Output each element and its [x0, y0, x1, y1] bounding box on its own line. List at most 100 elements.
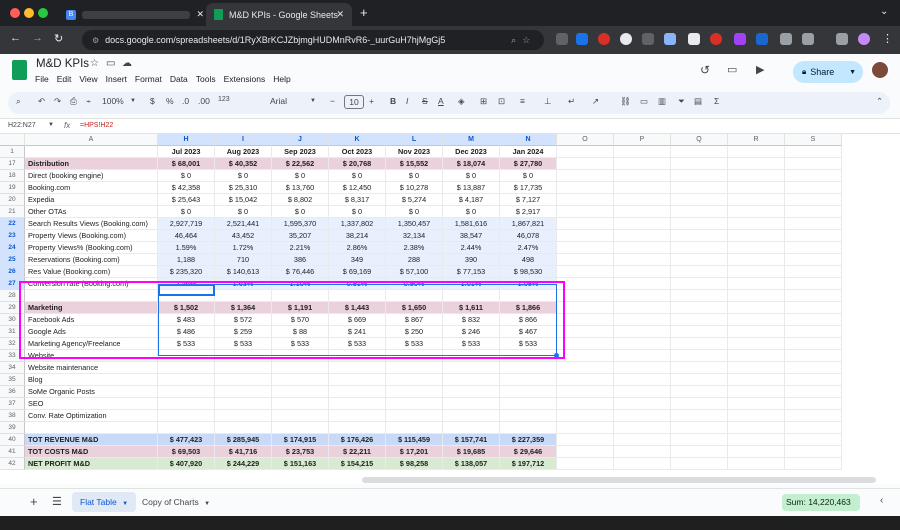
bold-button[interactable]: B — [390, 96, 396, 106]
extension-icon[interactable] — [598, 33, 610, 45]
empty-cell[interactable] — [614, 446, 671, 458]
data-cell[interactable]: 46,078 — [500, 230, 557, 242]
row-label-cell[interactable]: Blog — [25, 374, 158, 386]
functions-icon[interactable]: Σ — [714, 96, 719, 106]
empty-cell[interactable] — [728, 314, 785, 326]
empty-cell[interactable] — [614, 374, 671, 386]
empty-cell[interactable] — [557, 182, 614, 194]
font-size-decrease[interactable]: − — [330, 96, 335, 106]
empty-cell[interactable] — [728, 386, 785, 398]
more-formats-button[interactable]: 123 — [218, 96, 230, 103]
empty-cell[interactable] — [728, 266, 785, 278]
data-cell[interactable]: $ 8,802 — [272, 194, 329, 206]
column-header-a[interactable]: A — [25, 134, 158, 146]
data-cell[interactable] — [329, 362, 386, 374]
data-cell[interactable]: $ 0 — [215, 170, 272, 182]
close-tab-icon[interactable]: ✕ — [336, 9, 344, 20]
row-header[interactable]: 23 — [0, 230, 25, 242]
data-cell[interactable]: $ 19,685 — [443, 446, 500, 458]
data-cell[interactable]: $ 0 — [158, 206, 215, 218]
extension-icon[interactable] — [710, 33, 722, 45]
fill-color-icon[interactable]: ◈ — [458, 96, 465, 107]
column-header-l[interactable]: L — [386, 134, 443, 146]
data-cell[interactable] — [386, 374, 443, 386]
data-cell[interactable]: $ 68,001 — [158, 158, 215, 170]
empty-cell[interactable] — [614, 206, 671, 218]
empty-cell[interactable] — [557, 194, 614, 206]
active-cell[interactable] — [158, 284, 215, 296]
add-sheet-button[interactable]: + — [30, 494, 38, 509]
data-cell[interactable]: 2.44% — [443, 242, 500, 254]
data-cell[interactable]: $ 0 — [386, 206, 443, 218]
empty-cell[interactable] — [557, 422, 614, 434]
data-cell[interactable]: $ 197,712 — [500, 458, 557, 470]
empty-cell[interactable] — [728, 398, 785, 410]
extension-icon[interactable] — [576, 33, 588, 45]
data-cell[interactable]: 2.38% — [386, 242, 443, 254]
empty-cell[interactable] — [614, 254, 671, 266]
data-cell[interactable] — [272, 410, 329, 422]
fill-handle[interactable] — [554, 353, 559, 358]
data-cell[interactable] — [215, 422, 272, 434]
data-cell[interactable] — [158, 422, 215, 434]
empty-cell[interactable] — [557, 266, 614, 278]
empty-cell[interactable] — [728, 158, 785, 170]
data-cell[interactable]: $ 227,359 — [500, 434, 557, 446]
data-cell[interactable]: $ 13,887 — [443, 182, 500, 194]
empty-cell[interactable] — [785, 230, 842, 242]
text-color-button[interactable]: A — [438, 96, 444, 106]
menu-extensions[interactable]: Extensions — [224, 74, 266, 84]
empty-cell[interactable] — [728, 194, 785, 206]
text-rotation-icon[interactable]: ↗ — [592, 96, 599, 107]
empty-cell[interactable] — [671, 422, 728, 434]
row-header[interactable]: 17 — [0, 158, 25, 170]
empty-cell[interactable] — [671, 350, 728, 362]
empty-cell[interactable] — [614, 338, 671, 350]
empty-cell[interactable] — [671, 278, 728, 290]
extension-icon[interactable] — [556, 33, 568, 45]
data-cell[interactable]: 1,867,821 — [500, 218, 557, 230]
sum-indicator[interactable]: Sum: 14,220,463 ▼ — [782, 494, 860, 524]
empty-cell[interactable] — [671, 218, 728, 230]
data-cell[interactable] — [500, 398, 557, 410]
history-icon[interactable]: ↺ — [700, 63, 710, 77]
increase-decimal-button[interactable]: .00 — [198, 96, 210, 106]
data-cell[interactable] — [272, 422, 329, 434]
data-cell[interactable]: 43,452 — [215, 230, 272, 242]
row-label-cell[interactable]: TOT COSTS M&D — [25, 446, 158, 458]
empty-cell[interactable] — [728, 278, 785, 290]
data-cell[interactable]: Aug 2023 — [215, 146, 272, 158]
minimize-window-icon[interactable] — [24, 8, 34, 18]
data-cell[interactable]: $ 15,042 — [215, 194, 272, 206]
empty-cell[interactable] — [557, 206, 614, 218]
data-cell[interactable] — [272, 398, 329, 410]
empty-cell[interactable] — [671, 398, 728, 410]
data-cell[interactable]: $ 42,358 — [158, 182, 215, 194]
zoom-icon[interactable]: ⌕ — [511, 35, 516, 46]
data-cell[interactable] — [215, 374, 272, 386]
data-cell[interactable] — [158, 362, 215, 374]
data-cell[interactable] — [158, 374, 215, 386]
empty-cell[interactable] — [785, 314, 842, 326]
row-header[interactable]: 37 — [0, 398, 25, 410]
doc-title[interactable]: M&D KPIs — [36, 58, 89, 70]
data-cell[interactable] — [272, 386, 329, 398]
empty-cell[interactable] — [671, 290, 728, 302]
data-cell[interactable]: 2,927,719 — [158, 218, 215, 230]
data-cell[interactable] — [443, 386, 500, 398]
empty-cell[interactable] — [728, 446, 785, 458]
data-cell[interactable] — [386, 362, 443, 374]
empty-cell[interactable] — [785, 290, 842, 302]
empty-cell[interactable] — [614, 434, 671, 446]
empty-cell[interactable] — [728, 170, 785, 182]
empty-cell[interactable] — [728, 146, 785, 158]
side-panel-toggle-icon[interactable]: ‹ — [880, 495, 883, 506]
data-cell[interactable] — [215, 410, 272, 422]
row-header[interactable]: 21 — [0, 206, 25, 218]
empty-cell[interactable] — [785, 362, 842, 374]
sheet-tab-dropdown-icon[interactable]: ▼ — [122, 501, 128, 507]
empty-cell[interactable] — [728, 302, 785, 314]
sheet-tab-dropdown-icon[interactable]: ▼ — [204, 501, 210, 507]
empty-cell[interactable] — [614, 458, 671, 470]
empty-cell[interactable] — [728, 422, 785, 434]
